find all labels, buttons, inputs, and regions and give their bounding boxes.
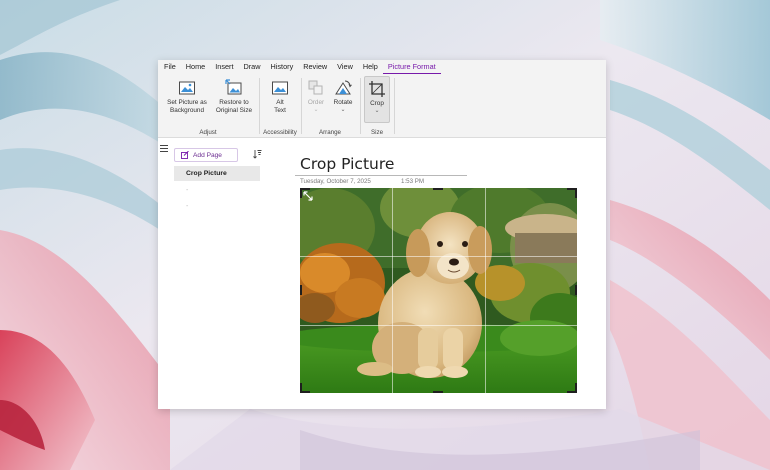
ribbon: Set Picture as Background Restore to Ori… [158,74,606,138]
rotate-chevron-icon: ⌄ [340,107,346,113]
crop-handle-right[interactable] [575,285,577,295]
menu-draw[interactable]: Draw [238,60,265,74]
set-picture-background-label-2: Background [169,107,205,114]
page-list-item-label: Crop Picture [186,170,227,177]
page-title[interactable]: Crop Picture [300,155,394,173]
ribbon-separator [394,78,395,134]
crop-icon [369,81,385,97]
add-page-button[interactable]: Add Page [174,148,238,162]
ribbon-group-accessibility: Alt Text Accessibility [260,74,300,138]
ribbon-group-adjust: Set Picture as Background Restore to Ori… [158,74,258,138]
restore-original-size-button[interactable]: Restore to Original Size [210,76,258,115]
set-picture-background-button[interactable]: Set Picture as Background [162,76,212,115]
menu-file[interactable]: File [158,60,181,74]
add-page-label: Add Page [193,151,222,159]
menu-history[interactable]: History [266,60,299,74]
page-list-item[interactable]: Crop Picture [174,166,260,181]
menu-insert[interactable]: Insert [210,60,238,74]
page-list-placeholder: - [186,187,189,194]
add-page-icon [181,151,189,159]
crop-handle-left[interactable] [300,285,302,295]
crop-handle-bottom[interactable] [433,391,443,393]
menu-picture-format[interactable]: Picture Format [382,61,441,74]
onenote-window: File Home Insert Draw History Review Vie… [158,60,606,409]
alt-text-button[interactable]: Alt Text [266,76,294,115]
restore-size-label-2: Original Size [215,107,253,114]
crop-chevron-icon: ⌄ [374,108,380,114]
rotate-button[interactable]: Rotate ⌄ [330,76,356,113]
ribbon-group-label-arrange: Arrange [318,129,341,136]
crop-grid-line [300,325,577,326]
order-label: Order [307,99,325,106]
page-list-placeholder: - [186,203,189,210]
menu-bar: File Home Insert Draw History Review Vie… [158,60,606,74]
set-picture-background-label-1: Set Picture as [167,99,207,106]
crop-handle-top-left[interactable] [300,188,302,198]
page-date: Tuesday, October 7, 2025 [300,178,371,185]
page-time: 1:53 PM [401,178,425,185]
crop-handle-top[interactable] [433,188,443,190]
rotate-label: Rotate [333,99,353,106]
menu-home[interactable]: Home [181,60,210,74]
crop-handle-top-right[interactable] [575,188,577,198]
puppy-image [300,188,577,393]
order-chevron-icon: ⌄ [313,107,319,113]
order-button[interactable]: Order ⌄ [304,76,328,113]
restore-size-label-1: Restore to [219,99,249,106]
crop-button[interactable]: Crop ⌄ [364,76,390,123]
order-icon [308,80,323,95]
crop-grid-line [485,188,486,393]
rotate-icon [335,80,352,95]
resize-arrow-icon[interactable] [303,191,313,201]
menu-help[interactable]: Help [358,60,383,74]
puppy-picture[interactable] [300,188,577,393]
menu-view[interactable]: View [332,60,358,74]
crop-grid-line [300,256,577,257]
menu-review[interactable]: Review [298,60,332,74]
hamburger-icon[interactable] [160,145,168,152]
sort-icon[interactable] [253,149,262,159]
ribbon-group-label-adjust: Adjust [199,129,217,136]
restore-size-icon [225,79,242,95]
crop-grid-line [392,188,393,393]
crop-handle-bottom-right[interactable] [575,383,577,393]
alt-text-label-2: Text [274,107,286,114]
ribbon-group-arrange: Order ⌄ Rotate ⌄ Arrange [302,74,358,138]
ribbon-group-label-accessibility: Accessibility [263,129,297,136]
picture-background-icon [179,81,195,95]
alt-text-icon [272,81,288,95]
crop-label: Crop [370,100,384,107]
ribbon-group-size: Crop ⌄ Size [361,74,393,138]
alt-text-label-1: Alt [276,99,284,106]
title-underline [295,175,467,176]
ribbon-group-label-size: Size [370,129,384,136]
crop-handle-bottom-left[interactable] [300,383,302,393]
